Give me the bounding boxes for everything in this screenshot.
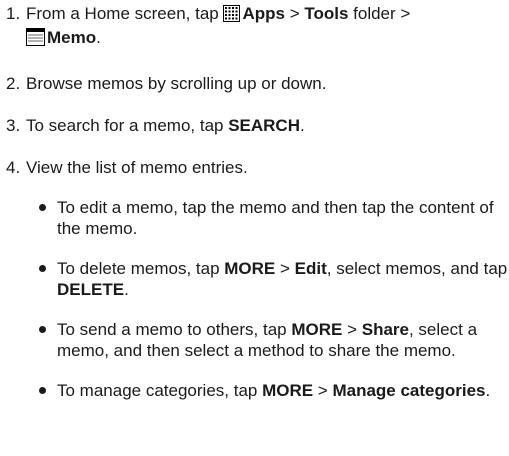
bullet-text: To edit a memo, tap the memo and then ta… bbox=[57, 198, 494, 238]
step-2: 2. Browse memos by scrolling up or down. bbox=[3, 73, 509, 94]
bullet-dot-icon bbox=[39, 387, 46, 394]
separator: > bbox=[313, 381, 333, 400]
separator: > bbox=[275, 259, 295, 278]
bullet-delete: To delete memos, tap MORE > Edit, select… bbox=[3, 258, 509, 300]
more-label: MORE bbox=[262, 381, 314, 400]
bullet-dot-icon bbox=[39, 204, 46, 211]
bullet-text: To delete memos, tap bbox=[57, 259, 225, 278]
apps-grid-icon bbox=[223, 5, 241, 27]
step-number: 2. bbox=[6, 74, 21, 93]
delete-label: DELETE bbox=[57, 280, 125, 299]
period: . bbox=[300, 116, 305, 135]
step-text: View the list of memo entries. bbox=[26, 158, 248, 177]
bullet-categories: To manage categories, tap MORE > Manage … bbox=[3, 380, 509, 401]
period: . bbox=[485, 381, 491, 400]
instructions: 1. From a Home screen, tap Apps > Tools f… bbox=[0, 3, 509, 401]
more-label: MORE bbox=[224, 259, 276, 278]
step-number: 4. bbox=[6, 158, 21, 177]
separator: > bbox=[342, 320, 362, 339]
bullet-text: To manage categories, tap bbox=[57, 381, 263, 400]
step-1: 1. From a Home screen, tap Apps > Tools f… bbox=[3, 3, 509, 51]
step-text: folder > bbox=[348, 4, 411, 23]
step-text: To search for a memo, tap bbox=[26, 116, 229, 135]
search-label: SEARCH bbox=[228, 116, 300, 135]
step-number: 1. bbox=[6, 4, 21, 23]
bullet-text: , select memos, and tap bbox=[326, 259, 508, 278]
manage-categories-label: Manage categories bbox=[332, 381, 486, 400]
more-label: MORE bbox=[291, 320, 343, 339]
step-4-bullets: To edit a memo, tap the memo and then ta… bbox=[3, 197, 509, 401]
memo-icon bbox=[26, 28, 45, 51]
step-number: 3. bbox=[6, 116, 21, 135]
bullet-dot-icon bbox=[39, 326, 46, 333]
bullet-edit: To edit a memo, tap the memo and then ta… bbox=[3, 197, 509, 239]
separator: > bbox=[284, 4, 305, 23]
step-3: 3. To search for a memo, tap SEARCH. bbox=[3, 115, 509, 136]
bullet-text: To send a memo to others, tap bbox=[57, 320, 292, 339]
bullet-dot-icon bbox=[39, 265, 46, 272]
step-4: 4. View the list of memo entries. bbox=[3, 157, 509, 178]
bullet-share: To send a memo to others, tap MORE > Sha… bbox=[3, 319, 509, 361]
apps-label: Apps bbox=[242, 4, 285, 23]
memo-label: Memo bbox=[47, 28, 97, 47]
edit-label: Edit bbox=[294, 259, 327, 278]
step-text: From a Home screen, tap bbox=[26, 4, 224, 23]
tools-label: Tools bbox=[304, 4, 349, 23]
share-label: Share bbox=[361, 320, 409, 339]
step-text: Browse memos by scrolling up or down. bbox=[26, 74, 327, 93]
period: . bbox=[96, 28, 101, 47]
period: . bbox=[124, 280, 129, 299]
